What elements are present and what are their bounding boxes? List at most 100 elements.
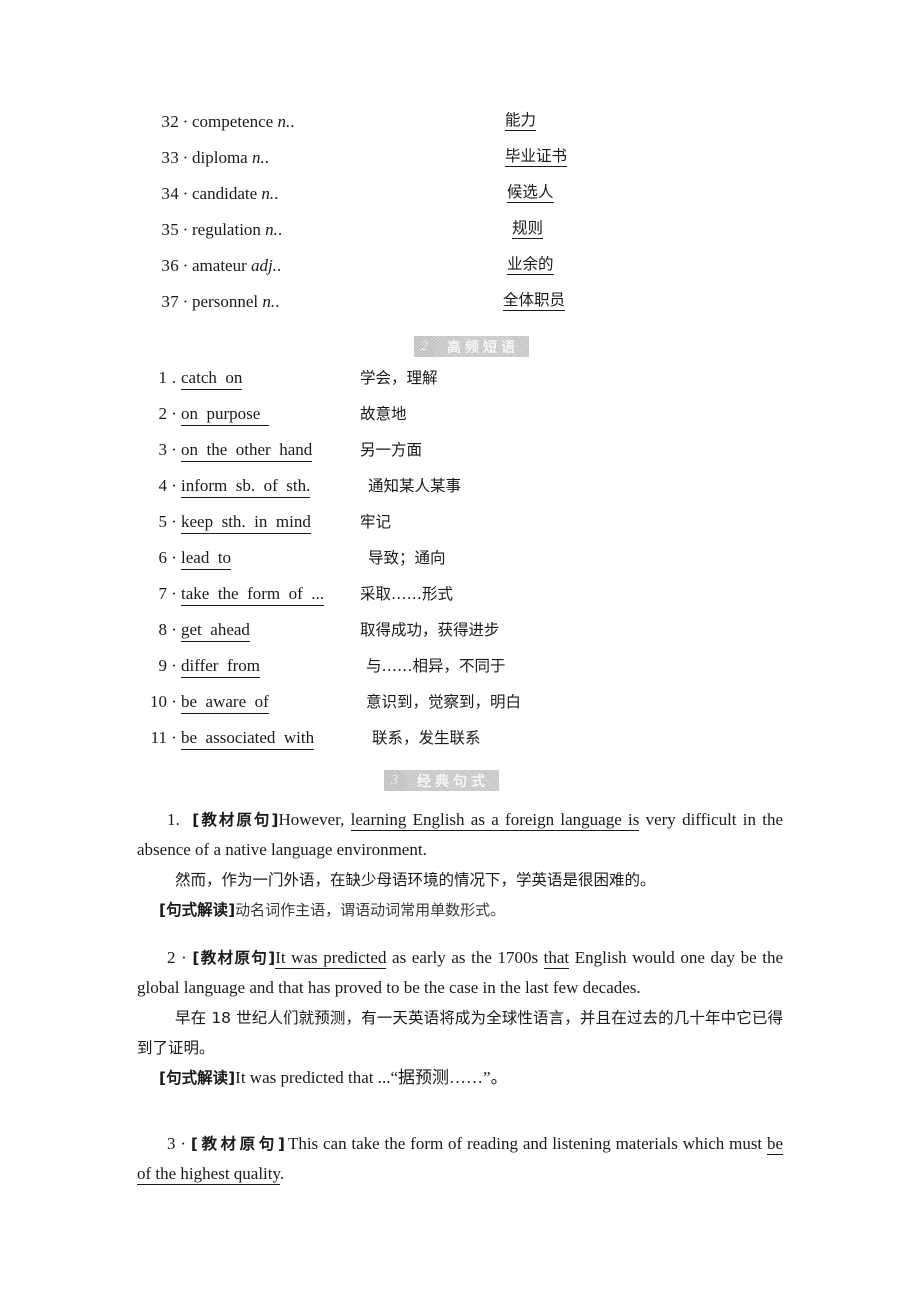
list-separator: · [182, 256, 189, 275]
phrase-term: take the form of ... [181, 584, 325, 606]
phrase-row: 8 · get ahead 取得成功，获得进步 [137, 620, 797, 656]
list-separator: · [182, 112, 189, 131]
list-separator: · [171, 404, 177, 423]
part-of-speech: n. [262, 292, 276, 311]
phrase-row: 9 · differ from 与……相异，不同于 [137, 656, 797, 692]
sentence-highlight: It was predicted [275, 948, 387, 969]
vocabulary-list: 32 · competence n.. 能力 33 · diploma n.. … [137, 111, 797, 328]
entry-number: 3 [167, 1134, 176, 1153]
source-label: [教材原句] [192, 949, 276, 967]
phrase-translation: 联系，发生联系 [372, 729, 481, 747]
phrase-number: 3 [158, 440, 168, 459]
sentence-note-1: [句式解读]动名词作主语，谓语动词常用单数形式。 [137, 895, 783, 925]
term-tail: . [277, 220, 283, 239]
term-word: candidate [192, 184, 262, 203]
phrase-number: 10 [150, 692, 167, 711]
vocabulary-row: 34 · candidate n.. 候选人 [137, 183, 797, 220]
term-tail: . [274, 184, 279, 203]
vocabulary-number: 37 [161, 292, 179, 311]
vocabulary-translation: 规则 [512, 219, 544, 240]
part-of-speech: n. [265, 220, 278, 239]
phrase-translation: 通知某人某事 [368, 477, 462, 495]
section-title: 经典句式 [405, 770, 499, 791]
sentence-translation-1: 然而，作为一门外语，在缺少母语环境的情况下，学英语是很困难的。 [175, 871, 656, 889]
phrase-number: 5 [158, 512, 168, 531]
list-separator: · [171, 584, 177, 603]
phrase-row: 10 · be aware of 意识到，觉察到，明白 [137, 692, 797, 728]
list-separator: · [180, 1134, 187, 1153]
list-separator: · [182, 148, 189, 167]
phrase-term: lead to [181, 548, 232, 570]
phrase-term: differ from [181, 656, 260, 678]
term-word: amateur [192, 256, 251, 275]
phrase-translation: 意识到，觉察到，明白 [366, 693, 522, 711]
section-title: 高频短语 [435, 336, 529, 357]
part-of-speech: n. [261, 184, 275, 203]
section-number-badge: 3 [384, 770, 405, 791]
sentence-text-after: . [279, 1164, 285, 1183]
note-text: It was predicted that ...“据预测……”。 [235, 1068, 508, 1087]
phrase-term: get ahead [181, 620, 250, 642]
phrase-number: 8 [158, 620, 168, 639]
phrase-number: 2 [158, 404, 168, 423]
vocabulary-translation: 能力 [505, 111, 537, 132]
phrase-translation: 故意地 [360, 405, 407, 423]
source-label: [教材原句] [190, 1135, 288, 1153]
list-separator: . [171, 368, 177, 387]
source-label: [教材原句] [192, 811, 279, 829]
term-tail: . [276, 256, 282, 275]
phrase-term: be associated with [181, 728, 315, 750]
vocabulary-term: candidate n.. [192, 184, 278, 204]
part-of-speech: adj. [251, 256, 277, 275]
phrase-row: 1 . catch on 学会，理解 [137, 368, 797, 404]
phrase-number: 9 [158, 656, 168, 675]
sentence-original-3: 3 · [教材原句]This can take the form of read… [137, 1129, 784, 1189]
sentence-entry-3: 3 · [教材原句]This can take the form of read… [137, 1129, 784, 1189]
sentence-highlight: learning English as a foreign language i… [350, 810, 640, 831]
phrase-translation: 另一方面 [360, 441, 423, 459]
phrase-term: on purpose [181, 404, 269, 426]
vocabulary-term: personnel n.. [192, 292, 279, 312]
phrase-row: 5 · keep sth. in mind 牢记 [137, 512, 797, 548]
sentence-text-before: However, [278, 810, 351, 829]
vocabulary-translation: 业余的 [507, 255, 554, 276]
phrase-term: be aware of [181, 692, 269, 714]
entry-number: 2 [167, 948, 176, 967]
note-text: 动名词作主语，谓语动词常用单数形式。 [235, 901, 506, 919]
note-label: [句式解读] [159, 901, 236, 919]
list-separator: · [182, 292, 189, 311]
sentence-highlight: that [543, 948, 570, 969]
vocabulary-term: amateur adj.. [192, 256, 281, 276]
vocabulary-row: 32 · competence n.. 能力 [137, 111, 797, 148]
phrase-row: 7 · take the form of ... 采取……形式 [137, 584, 797, 620]
note-label: [句式解读] [159, 1069, 236, 1087]
vocabulary-row: 36 · amateur adj.. 业余的 [137, 255, 797, 292]
phrase-row: 6 · lead to 导致；通向 [137, 548, 797, 584]
vocabulary-translation: 候选人 [507, 183, 554, 204]
phrase-term: catch on [181, 368, 243, 390]
vocabulary-number: 34 [161, 184, 179, 203]
vocabulary-number: 35 [161, 220, 179, 239]
vocabulary-number: 33 [161, 148, 179, 167]
phrase-translation: 学会，理解 [360, 369, 438, 387]
term-word: personnel [192, 292, 263, 311]
section-heading-phrases: 2 高频短语 [414, 336, 529, 357]
sentence-original-1: 1. [教材原句]However, learning English as a … [137, 805, 783, 865]
list-separator: · [171, 656, 177, 675]
sentence-text-middle: as early as the 1700s [386, 948, 544, 967]
vocabulary-row: 37 · personnel n.. 全体职员 [137, 291, 797, 328]
vocabulary-row: 33 · diploma n.. 毕业证书 [137, 147, 797, 184]
phrase-number: 4 [158, 476, 168, 495]
vocabulary-translation: 毕业证书 [505, 147, 568, 168]
document-page: 32 · competence n.. 能力 33 · diploma n.. … [0, 0, 920, 1302]
list-separator: · [171, 440, 177, 459]
phrase-number: 11 [150, 728, 167, 747]
list-separator: . [175, 810, 180, 829]
sentence-entry-1: 1. [教材原句]However, learning English as a … [137, 805, 783, 925]
section-number-badge: 2 [414, 336, 435, 357]
sentence-note-2: [句式解读]It was predicted that ...“据预测……”。 [137, 1063, 783, 1093]
vocabulary-number: 32 [161, 112, 179, 131]
phrase-term: keep sth. in mind [181, 512, 311, 534]
vocabulary-translation: 全体职员 [503, 291, 566, 312]
list-separator: · [171, 512, 177, 531]
